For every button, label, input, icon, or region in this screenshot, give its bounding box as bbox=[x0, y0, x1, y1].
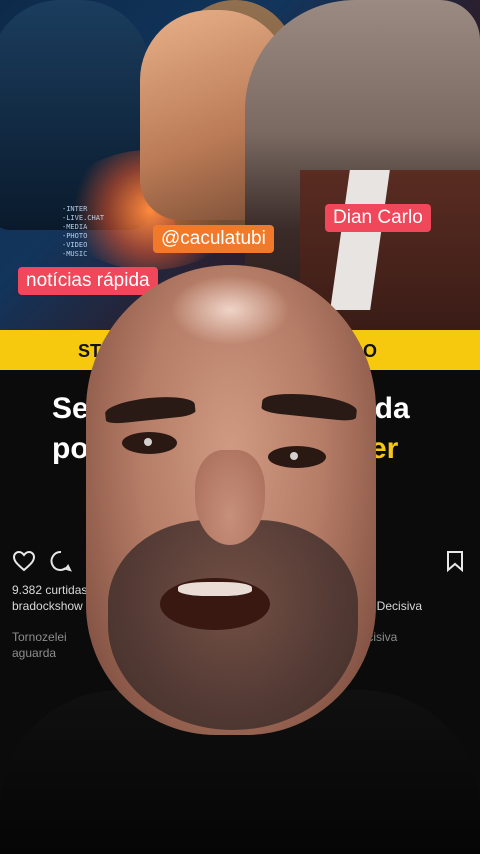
left-eye bbox=[122, 432, 177, 454]
label-dian-carlo: Dian Carlo bbox=[325, 204, 431, 232]
video-frame: -INTER -LIVE.CHAT -MEDIA -PHOTO -VIDEO -… bbox=[0, 0, 480, 854]
code-overlay-text: -INTER -LIVE.CHAT -MEDIA -PHOTO -VIDEO -… bbox=[62, 205, 105, 258]
label-caculatubi: @caculatubi bbox=[153, 225, 274, 253]
presenter-nose bbox=[195, 450, 265, 545]
presenter-teeth bbox=[178, 582, 252, 596]
head-highlight bbox=[170, 275, 290, 345]
right-eye bbox=[268, 446, 326, 468]
